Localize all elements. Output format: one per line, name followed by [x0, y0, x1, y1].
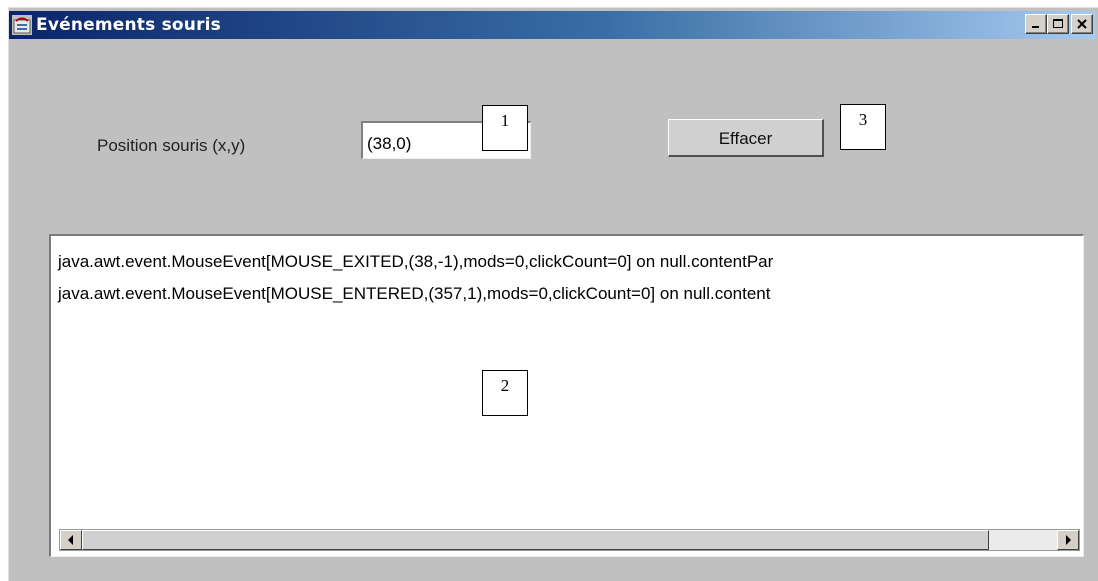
callout-1: 1 — [482, 105, 528, 151]
app-window: Evénements souris Position souris (x,y) … — [8, 7, 1098, 581]
clear-button[interactable]: Effacer — [668, 119, 824, 157]
log-line: java.awt.event.MouseEvent[MOUSE_EXITED,(… — [58, 252, 774, 271]
maximize-icon[interactable] — [1047, 14, 1069, 34]
arrow-left-icon[interactable] — [60, 530, 82, 550]
app-icon — [12, 15, 32, 35]
scrollbar-thumb[interactable] — [82, 530, 989, 550]
arrow-right-icon[interactable] — [1057, 530, 1079, 550]
position-label: Position souris (x,y) — [97, 136, 246, 155]
window-title: Evénements souris — [36, 15, 221, 35]
callout-3: 3 — [840, 104, 886, 150]
log-line: java.awt.event.MouseEvent[MOUSE_ENTERED,… — [58, 284, 771, 303]
title-bar[interactable]: Evénements souris — [9, 11, 1095, 39]
event-log[interactable]: java.awt.event.MouseEvent[MOUSE_EXITED,(… — [49, 234, 1084, 557]
window-controls — [1025, 14, 1093, 34]
callout-2: 2 — [482, 370, 528, 416]
horizontal-scrollbar[interactable] — [59, 529, 1080, 551]
close-icon[interactable] — [1071, 14, 1093, 34]
minimize-icon[interactable] — [1025, 14, 1047, 34]
